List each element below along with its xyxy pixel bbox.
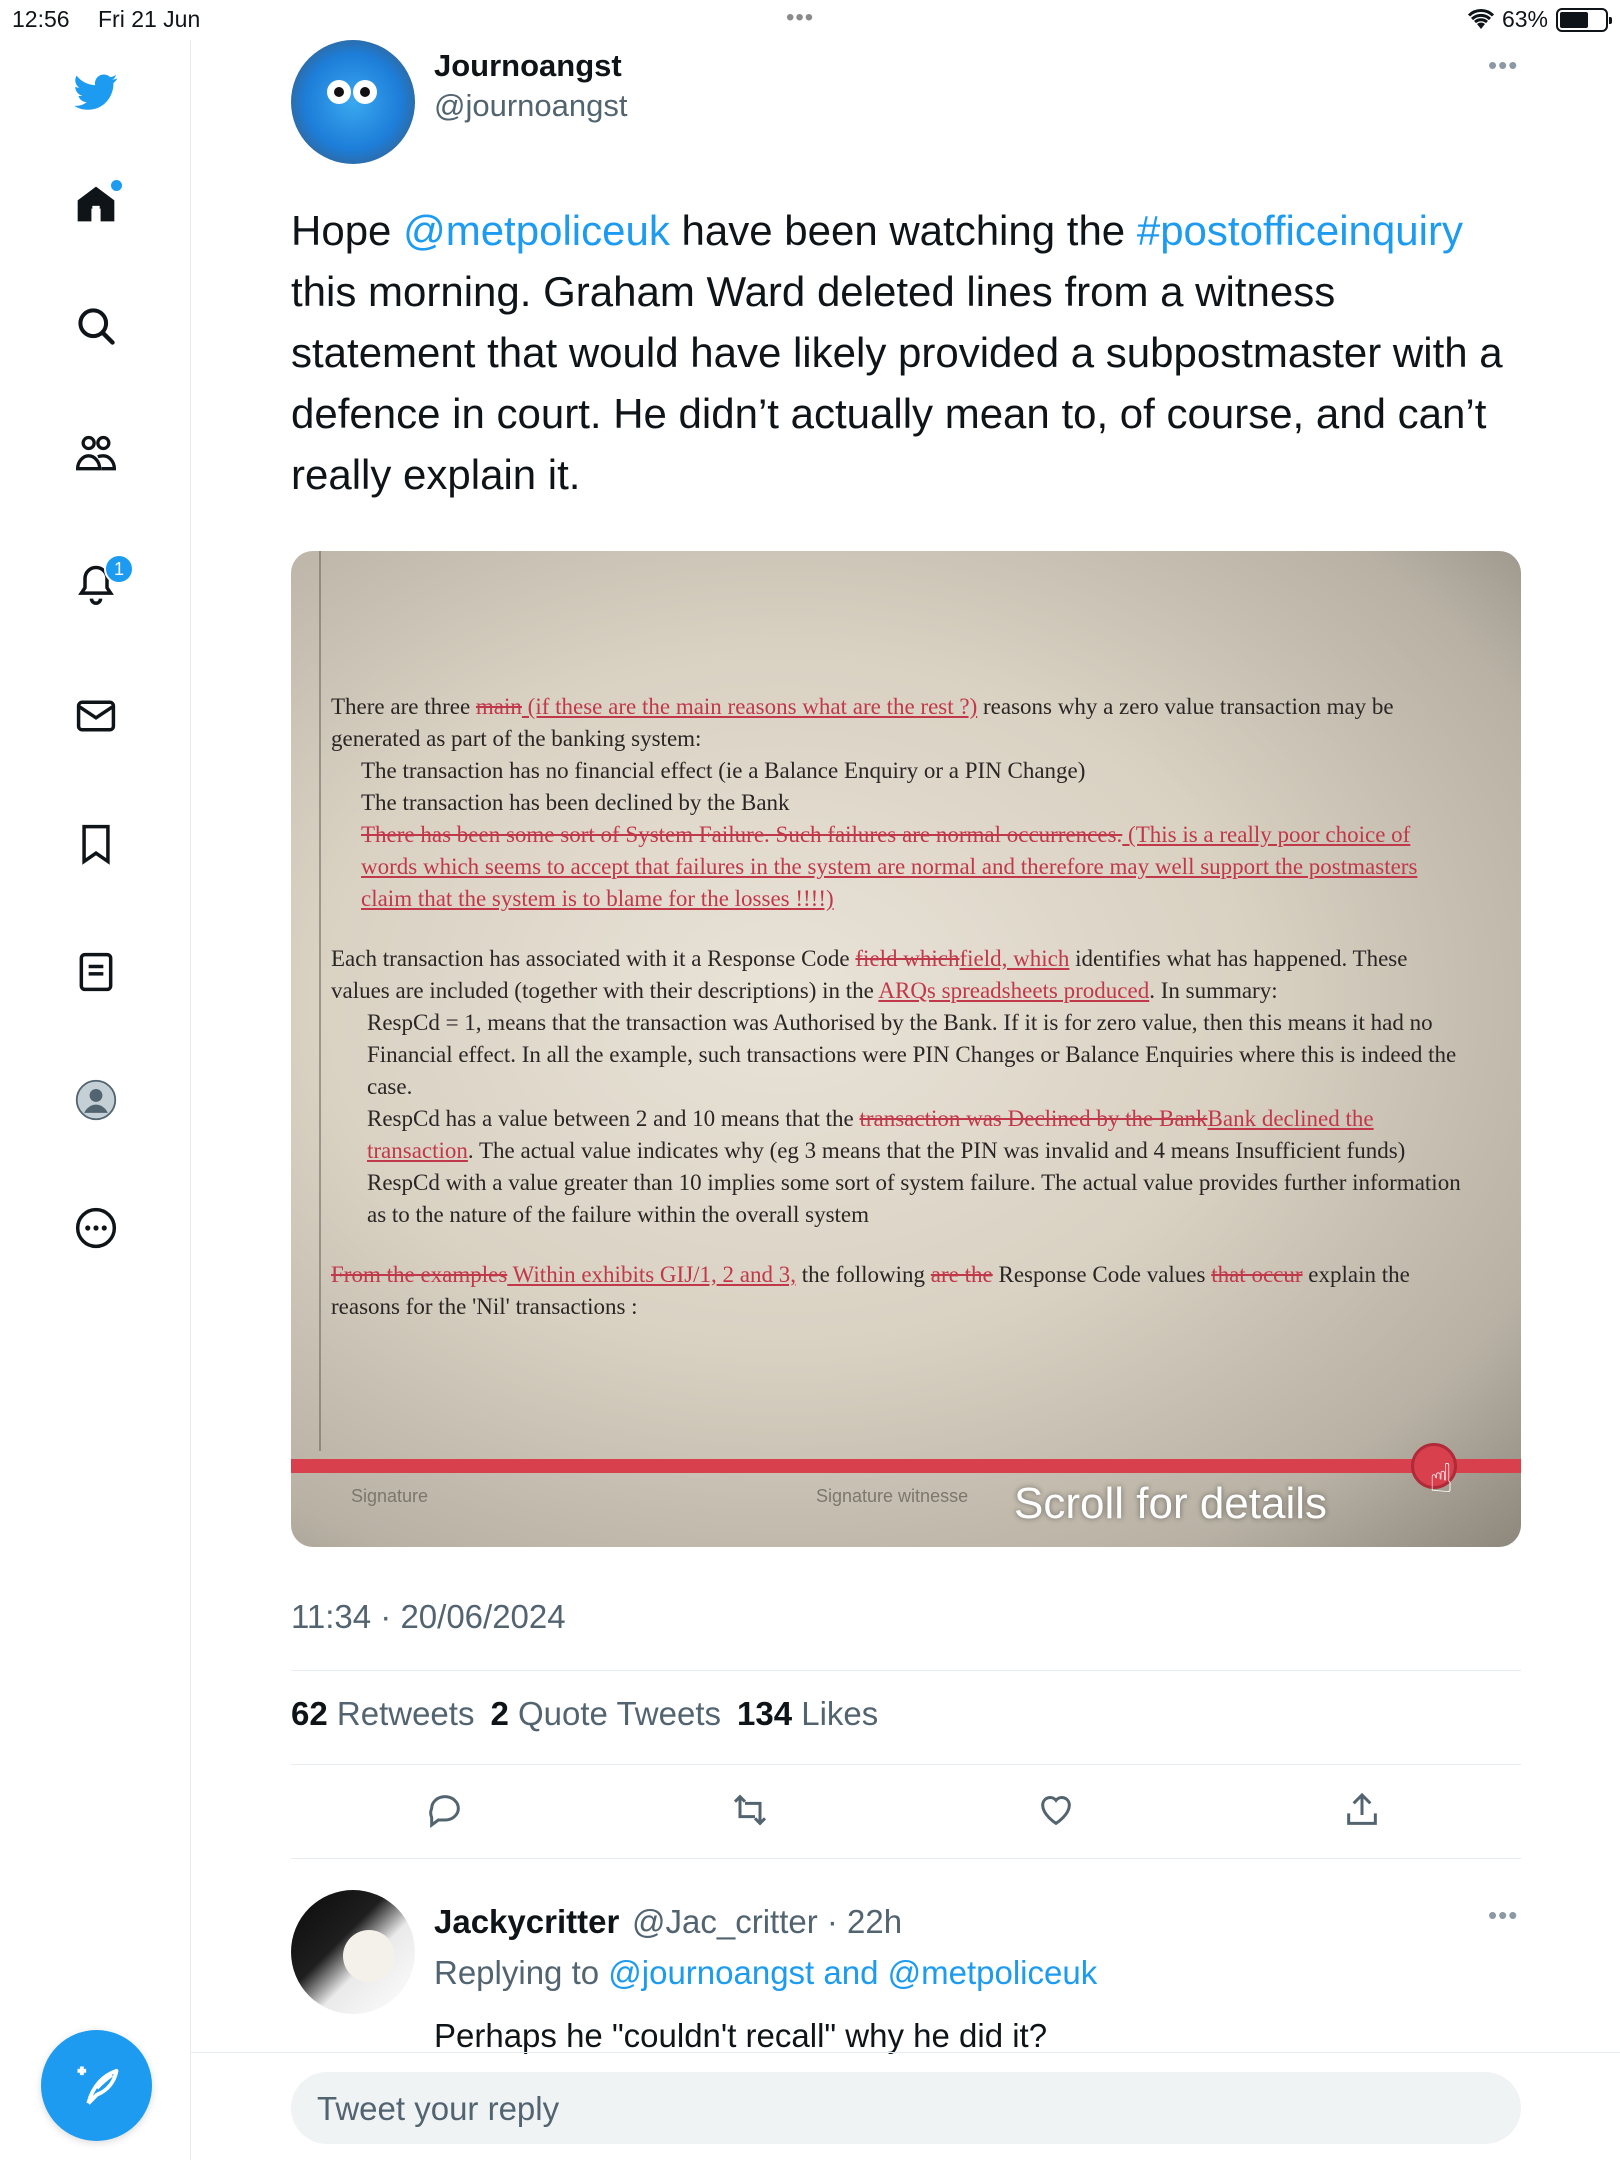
doc-resp-line: RespCd = 1, means that the transaction w… xyxy=(367,1010,1457,1099)
reply-author-handle[interactable]: @Jac_critter · 22h xyxy=(632,1903,902,1941)
avatar-eye-right xyxy=(353,80,377,104)
author-avatar[interactable] xyxy=(291,40,415,164)
divider xyxy=(291,1764,1521,1765)
doc-deleted-text: From the examples xyxy=(331,1262,508,1287)
quotes-label: Quote Tweets xyxy=(517,1695,721,1732)
tweet-text-part: this morning. Graham Ward deleted lines … xyxy=(291,268,1503,498)
doc-deleted-text: that occur xyxy=(1211,1262,1303,1287)
doc-text: . In summary: xyxy=(1149,978,1278,1003)
doc-text: . The actual value indicates why (eg 3 m… xyxy=(467,1138,1406,1163)
doc-resp-line: RespCd with a value greater than 10 impl… xyxy=(367,1170,1461,1227)
tweet-stats: 62 Retweets 2 Quote Tweets 134 Likes xyxy=(291,1695,878,1733)
doc-text: Each transaction has associated with it … xyxy=(331,946,856,971)
tweet-text-part: have been watching the xyxy=(669,207,1137,254)
tweet-more-icon[interactable]: ••• xyxy=(1488,50,1518,81)
doc-text: There are three xyxy=(331,694,476,719)
retweets-label: Retweets xyxy=(336,1695,475,1732)
tweet-text: Hope @metpoliceuk have been watching the… xyxy=(291,200,1521,505)
divider xyxy=(291,1858,1521,1859)
replying-to: Replying to @journoangst and @metpoliceu… xyxy=(434,1954,1097,1992)
retweets-count: 62 xyxy=(291,1695,328,1732)
quotes-count: 2 xyxy=(490,1695,509,1732)
doc-text: the following xyxy=(796,1262,931,1287)
doc-paragraph: There are three main (if these are the m… xyxy=(331,691,1471,915)
doc-inserted-text: (if these are the main reasons what are … xyxy=(521,694,978,719)
mention-link[interactable]: @metpoliceuk xyxy=(403,207,670,254)
doc-deleted-text: main xyxy=(475,694,522,719)
likes-count: 134 xyxy=(737,1695,793,1732)
tweet-detail: Journoangst @journoangst ••• Hope @metpo… xyxy=(191,40,1620,2160)
doc-paragraph: From the examples Within exhibits GIJ/1,… xyxy=(331,1259,1471,1323)
status-bar: 12:56 Fri 21 Jun ••• 63% xyxy=(0,0,1620,40)
document-text: There are three main (if these are the m… xyxy=(331,691,1471,1351)
multitasking-dots-icon[interactable]: ••• xyxy=(786,4,814,32)
retweet-icon[interactable] xyxy=(728,1788,772,1832)
hashtag-link[interactable]: #postofficeinquiry xyxy=(1137,207,1463,254)
messages-icon[interactable] xyxy=(70,690,122,742)
notifications-icon[interactable]: 1 xyxy=(70,554,134,610)
pointer-hand-icon: ☝ xyxy=(1429,1457,1454,1501)
wifi-icon xyxy=(1467,8,1494,29)
reply-avatar[interactable] xyxy=(291,1890,415,2014)
divider xyxy=(191,2052,1620,2053)
author-name[interactable]: Journoangst xyxy=(434,48,622,84)
scroll-for-details-label[interactable]: Scroll for details xyxy=(1014,1479,1327,1529)
signature-witness-label: Signature witnesse xyxy=(816,1486,969,1506)
notifications-badge: 1 xyxy=(104,554,134,584)
avatar-bear xyxy=(343,1930,395,1982)
doc-deleted-text: are the xyxy=(930,1262,993,1287)
doc-paragraph: Each transaction has associated with it … xyxy=(331,943,1471,1231)
like-icon[interactable] xyxy=(1034,1788,1078,1832)
bookmark-icon[interactable] xyxy=(70,818,122,870)
search-icon[interactable] xyxy=(70,300,122,352)
sidebar: 1 xyxy=(0,40,191,2160)
video-progress-bar[interactable] xyxy=(291,1459,1521,1473)
retweets-stat[interactable]: 62 Retweets xyxy=(291,1695,474,1733)
quotes-stat[interactable]: 2 Quote Tweets xyxy=(490,1695,721,1733)
avatar-eye-left xyxy=(327,80,351,104)
doc-deleted-text: field which xyxy=(855,946,960,971)
share-icon[interactable] xyxy=(1340,1788,1384,1832)
replying-prefix: Replying to xyxy=(434,1954,609,1991)
lists-icon[interactable] xyxy=(70,946,122,998)
doc-text: RespCd has a value between 2 and 10 mean… xyxy=(367,1106,860,1131)
doc-deleted-text: There has been some sort of System Failu… xyxy=(361,822,1123,847)
tweet-timestamp[interactable]: 11:34 · 20/06/2024 xyxy=(291,1598,566,1636)
reply-text: Perhaps he "couldn't recall" why he did … xyxy=(434,2017,1048,2054)
doc-inserted-text: Within exhibits GIJ/1, 2 and 3, xyxy=(507,1262,796,1287)
likes-stat[interactable]: 134 Likes xyxy=(737,1695,878,1733)
status-right: 63% xyxy=(1467,6,1612,33)
status-date: Fri 21 Jun xyxy=(98,6,201,32)
reply-author-name[interactable]: Jackycritter xyxy=(434,1903,619,1941)
home-unread-dot xyxy=(111,180,122,191)
battery-icon xyxy=(1556,7,1612,32)
replying-to-links[interactable]: @journoangst and @metpoliceuk xyxy=(608,1954,1097,1991)
signature-label: Signature xyxy=(351,1486,429,1506)
doc-inserted-text: field, which xyxy=(959,946,1070,971)
tweet-text-part: Hope xyxy=(291,207,404,254)
more-icon[interactable] xyxy=(70,1202,122,1254)
reply-input[interactable]: Tweet your reply xyxy=(291,2072,1521,2144)
profile-icon[interactable] xyxy=(70,1074,122,1126)
compose-tweet-icon xyxy=(77,2066,118,2105)
reply-more-icon[interactable]: ••• xyxy=(1488,1900,1518,1931)
tweet-video[interactable]: There are three main (if these are the m… xyxy=(291,551,1521,1547)
likes-label: Likes xyxy=(801,1695,879,1732)
doc-deleted-text: transaction was Declined by the Bank xyxy=(859,1106,1208,1131)
twitter-bird-icon[interactable] xyxy=(70,66,122,118)
communities-icon[interactable] xyxy=(70,428,122,480)
author-handle[interactable]: @journoangst xyxy=(434,88,627,124)
reply-icon[interactable] xyxy=(423,1788,467,1832)
document-margin-line xyxy=(319,551,321,1451)
battery-percent: 63% xyxy=(1501,6,1548,32)
home-icon[interactable] xyxy=(70,178,122,230)
doc-bullet: The transaction has no financial effect … xyxy=(361,758,1086,783)
status-time: 12:56 xyxy=(12,6,70,32)
doc-inserted-text: ARQs spreadsheets produced xyxy=(878,978,1150,1003)
doc-bullet: The transaction has been declined by the… xyxy=(361,790,790,815)
doc-text: Response Code values xyxy=(992,1262,1212,1287)
compose-tweet-button[interactable] xyxy=(41,2030,152,2141)
battery-fill xyxy=(1560,11,1588,28)
divider xyxy=(291,1670,1521,1671)
